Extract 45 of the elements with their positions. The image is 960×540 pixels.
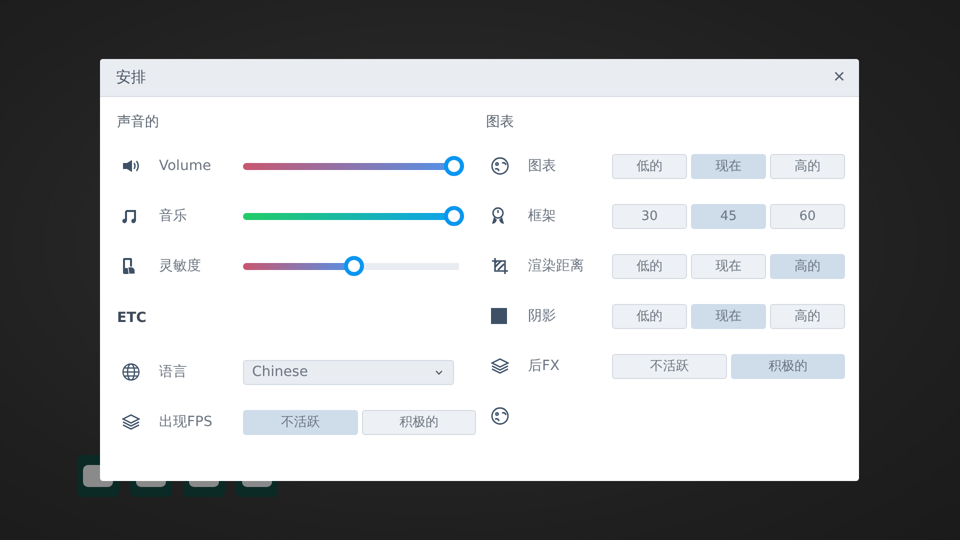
slider-thumb[interactable]: [344, 256, 364, 276]
dialog-title: 安排: [116, 68, 146, 87]
section-title: 图表: [486, 113, 515, 132]
option-button[interactable]: 现在: [691, 254, 766, 278]
option-button[interactable]: 高的: [770, 154, 845, 178]
option-button[interactable]: 60: [770, 204, 845, 228]
option-button[interactable]: 不活跃: [243, 410, 358, 434]
close-button[interactable]: ×: [829, 66, 849, 89]
section-title: 声音的: [117, 113, 160, 132]
music-note-icon: [122, 208, 136, 224]
option-button[interactable]: 低的: [612, 254, 687, 278]
option-button[interactable]: 高的: [770, 304, 845, 328]
setting-label: 后FX: [528, 357, 561, 375]
option-button[interactable]: 积极的: [362, 410, 476, 434]
globe-icon: [122, 363, 140, 381]
square-icon: [491, 308, 507, 324]
option-button[interactable]: 现在: [691, 154, 766, 178]
slider-thumb[interactable]: [444, 206, 464, 226]
setting-label: 灵敏度: [159, 257, 202, 275]
setting-label: 出现FPS: [159, 413, 214, 431]
language-dropdown[interactable]: Chinese: [243, 360, 454, 384]
setting-label: 图表: [528, 157, 557, 175]
phone-hand-icon: [122, 257, 136, 275]
option-button[interactable]: 不活跃: [612, 354, 726, 378]
option-button[interactable]: 低的: [612, 304, 687, 328]
setting-label: 阴影: [528, 307, 557, 325]
speaker-icon: [122, 159, 141, 173]
chevron-down-icon: [435, 370, 443, 374]
option-button[interactable]: 现在: [691, 304, 766, 328]
option-button[interactable]: 积极的: [730, 354, 845, 378]
setting-label: 音乐: [159, 207, 188, 225]
setting-label: Volume: [159, 158, 212, 174]
award-icon: [491, 207, 505, 225]
layers-icon: [122, 414, 140, 430]
setting-label: 语言: [159, 363, 188, 381]
setting-label: 框架: [528, 207, 557, 225]
setting-label: 渲染距离: [528, 257, 585, 275]
option-button[interactable]: 高的: [770, 254, 845, 278]
option-button[interactable]: 45: [691, 204, 766, 228]
section-title: ETC: [117, 309, 148, 328]
option-button[interactable]: 低的: [612, 154, 687, 178]
layers-icon: [491, 358, 509, 374]
crop-icon: [491, 257, 509, 275]
slider-thumb[interactable]: [444, 156, 464, 176]
option-button[interactable]: 30: [612, 204, 687, 228]
